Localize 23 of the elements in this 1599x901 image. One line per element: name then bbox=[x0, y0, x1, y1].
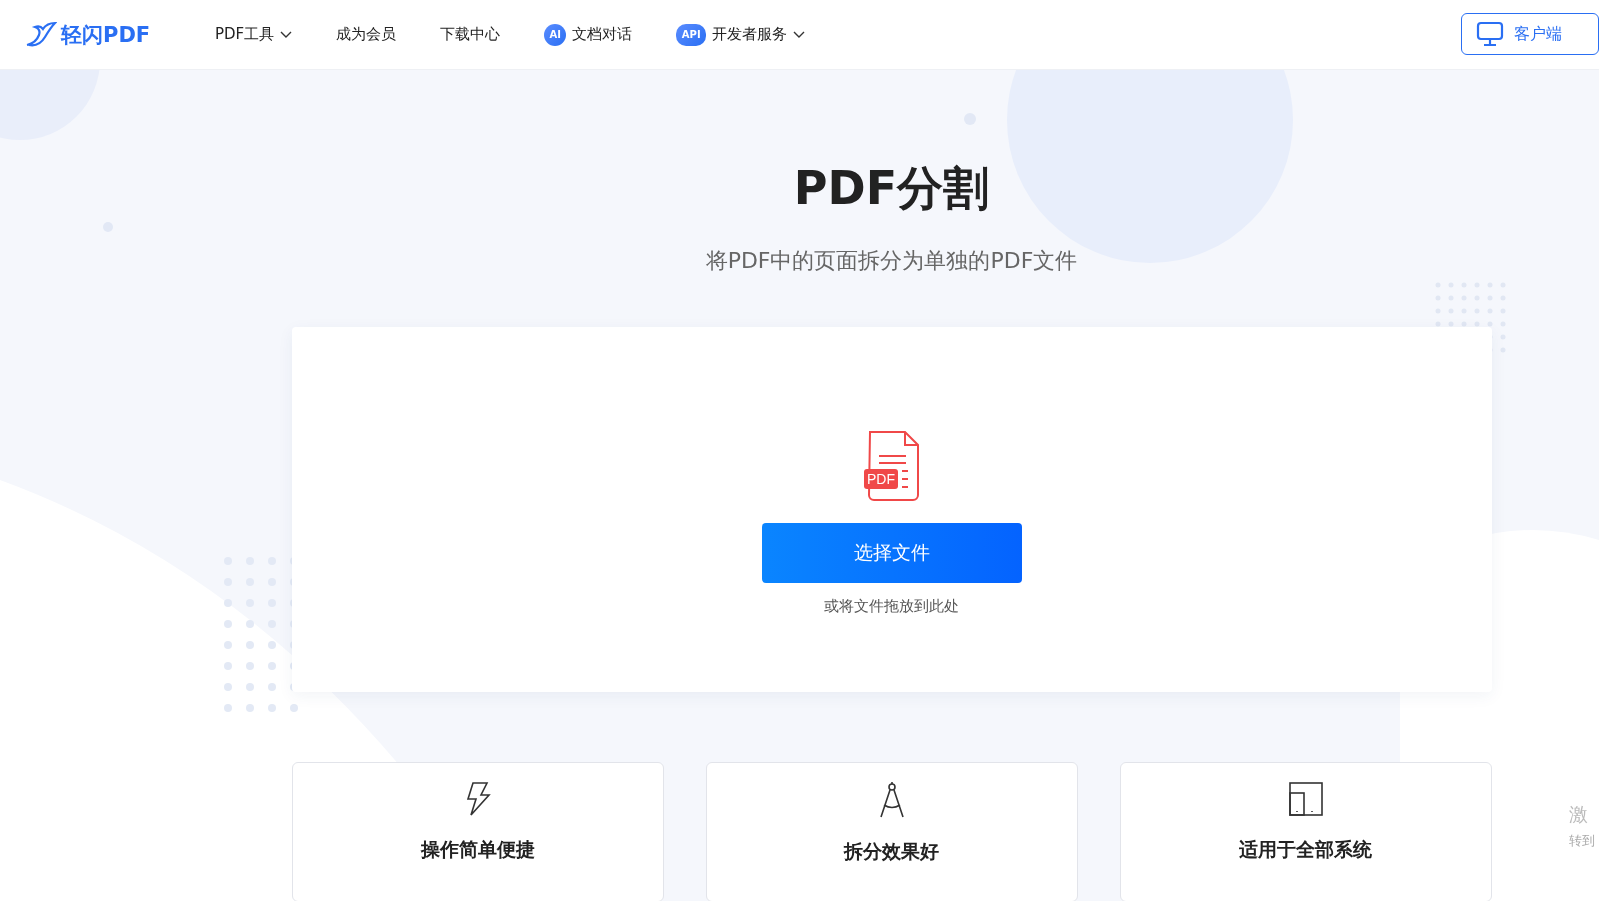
ai-badge: AI bbox=[544, 23, 567, 46]
nav-link[interactable]: API 开发者服务 bbox=[676, 23, 806, 46]
nav-link[interactable]: AI 文档对话 bbox=[544, 23, 633, 46]
side-note-text: 转到 bbox=[1569, 832, 1596, 850]
nav-link[interactable]: 下载中心 bbox=[440, 25, 501, 44]
drop-hint: 或将文件拖放到此处 bbox=[824, 597, 959, 616]
devices-icon bbox=[1287, 781, 1324, 817]
logo[interactable]: 轻闪PDF bbox=[25, 20, 215, 49]
monitor-icon bbox=[1476, 21, 1504, 47]
feature-title: 操作简单便捷 bbox=[420, 837, 535, 862]
choose-file-button[interactable]: 选择文件 bbox=[761, 523, 1022, 583]
client-download-button[interactable]: 客户端 bbox=[1461, 13, 1599, 55]
page-title: PDF分割 bbox=[793, 160, 990, 217]
feature-title: 适用于全部系统 bbox=[1239, 837, 1372, 862]
feature-title: 拆分效果好 bbox=[844, 839, 939, 864]
chevron-down-icon bbox=[280, 30, 293, 39]
side-note-title: 激 bbox=[1569, 802, 1589, 827]
logo-icon bbox=[25, 20, 57, 49]
api-badge: API bbox=[676, 23, 707, 46]
drafting-compass-icon bbox=[877, 781, 906, 819]
nav-link[interactable]: PDF工具 bbox=[215, 25, 293, 44]
nav-link[interactable]: 成为会员 bbox=[336, 25, 397, 44]
page-subtitle: 将PDF中的页面拆分为单独的PDF文件 bbox=[705, 247, 1078, 275]
